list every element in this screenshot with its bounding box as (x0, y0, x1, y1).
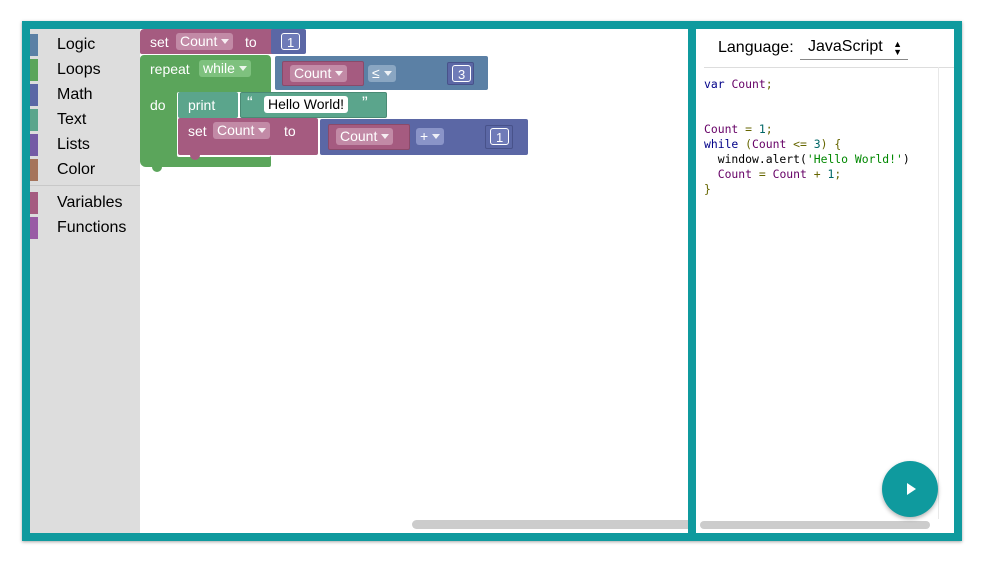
code-token: = (752, 167, 773, 181)
category-color-swatch (30, 84, 38, 106)
code-token: Count (704, 122, 739, 136)
arithmetic-variable-dropdown[interactable]: Count (336, 128, 394, 145)
arithmetic-variable-value: Count (340, 128, 378, 144)
code-token: Count (752, 137, 787, 151)
toolbox-category-math[interactable]: Math (30, 84, 140, 106)
code-token: window.alert( (704, 152, 807, 166)
category-label: Lists (57, 136, 90, 153)
toolbox-category-loops[interactable]: Loops (30, 59, 140, 81)
code-token: } (704, 182, 711, 196)
category-label: Math (57, 86, 93, 103)
code-token: = (738, 122, 759, 136)
chevron-down-icon (221, 39, 230, 44)
code-panel-divider (704, 67, 954, 68)
category-color-swatch (30, 217, 38, 239)
code-token: ; (834, 167, 842, 181)
compare-variable-dropdown[interactable]: Count (290, 65, 348, 82)
set-keyword: set (150, 34, 169, 50)
category-label: Functions (57, 219, 127, 236)
select-arrows-icon: ▲ ▼ (893, 39, 902, 57)
open-quote: “ (247, 93, 253, 112)
arithmetic-operator-dropdown[interactable]: + (416, 128, 445, 145)
code-token: Count (717, 167, 753, 181)
arithmetic-number-field[interactable]: 1 (490, 128, 510, 145)
toolbox-category-color[interactable]: Color (30, 159, 140, 181)
print-keyword: print (188, 97, 216, 113)
code-token: ) { (820, 137, 842, 151)
code-token: ; (765, 122, 773, 136)
language-value: JavaScript (808, 38, 883, 55)
category-color-swatch (30, 59, 38, 81)
code-token: Count (772, 167, 807, 181)
blocks-workspace[interactable]: repeat while do Count ≤ 3 set Count to 1… (140, 29, 688, 533)
generated-code: var Count; Count = 1; while (Count <= 3)… (704, 77, 910, 197)
code-token: 3 (813, 137, 821, 151)
to-keyword: to (284, 123, 296, 139)
chevron-down-icon (335, 71, 344, 76)
code-token: while (704, 137, 739, 151)
code-token: 'Hello World!' (806, 152, 903, 166)
category-label: Loops (57, 61, 101, 78)
blockly-editor: Logic Loops Math Text Lists Color Variab… (30, 29, 688, 533)
toolbox-category-logic[interactable]: Logic (30, 34, 140, 56)
repeat-mode-value: while (203, 60, 235, 76)
set-number-field[interactable]: 1 (281, 33, 301, 50)
chevron-down-icon (383, 71, 392, 76)
do-label: do (150, 97, 166, 113)
category-color-swatch (30, 109, 38, 131)
code-token: Count (731, 77, 766, 91)
code-vertical-scrollbar[interactable] (938, 67, 939, 519)
category-label: Text (57, 111, 87, 128)
block-notch (152, 167, 162, 172)
chevron-down-icon (381, 134, 390, 139)
compare-variable-value: Count (294, 65, 332, 81)
toolbox-category-variables[interactable]: Variables (30, 192, 140, 214)
arithmetic-operator-value: + (420, 128, 429, 144)
toolbox: Logic Loops Math Text Lists Color Variab… (30, 29, 140, 533)
category-color-swatch (30, 159, 38, 181)
category-label: Variables (57, 194, 123, 211)
play-icon (907, 483, 916, 495)
code-token: ) (902, 152, 910, 166)
repeat-mode-dropdown[interactable]: while (199, 60, 251, 77)
chevron-down-icon (432, 134, 441, 139)
category-color-swatch (30, 134, 38, 156)
set-variable-dropdown[interactable]: Count (176, 33, 234, 50)
chevron-down-icon (258, 128, 267, 133)
to-keyword: to (245, 34, 257, 50)
code-token: <= (786, 137, 814, 151)
chevron-down-icon (238, 66, 247, 71)
code-panel: Language: JavaScript ▲ ▼ var Count; Count… (696, 29, 954, 533)
compare-number-field[interactable]: 3 (452, 65, 472, 82)
set-variable-dropdown[interactable]: Count (213, 122, 271, 139)
code-token: var (704, 77, 725, 91)
code-token: ( (738, 137, 753, 151)
compare-operator-dropdown[interactable]: ≤ (368, 65, 396, 82)
text-string-field[interactable]: Hello World! (264, 96, 348, 113)
category-label: Color (57, 161, 96, 178)
category-color-swatch (30, 34, 38, 56)
close-quote: ” (362, 93, 368, 112)
category-label: Logic (57, 36, 96, 53)
repeat-keyword: repeat (150, 61, 190, 77)
toolbox-separator (30, 185, 140, 186)
code-token: ; (765, 77, 773, 91)
set-variable-value: Count (180, 33, 218, 49)
toolbox-category-lists[interactable]: Lists (30, 134, 140, 156)
set-variable-value: Count (217, 122, 255, 138)
compare-operator-value: ≤ (372, 65, 380, 81)
workspace-horizontal-scrollbar[interactable] (412, 520, 688, 529)
language-select[interactable]: JavaScript ▲ ▼ (800, 38, 908, 60)
code-horizontal-scrollbar[interactable] (700, 521, 930, 529)
code-token: 1 (758, 122, 766, 136)
toolbox-category-functions[interactable]: Functions (30, 217, 140, 239)
toolbox-category-text[interactable]: Text (30, 109, 140, 131)
set-keyword: set (188, 123, 207, 139)
category-color-swatch (30, 192, 38, 214)
language-label: Language: (718, 39, 794, 56)
run-button[interactable] (882, 461, 938, 517)
code-token: + (806, 167, 828, 181)
